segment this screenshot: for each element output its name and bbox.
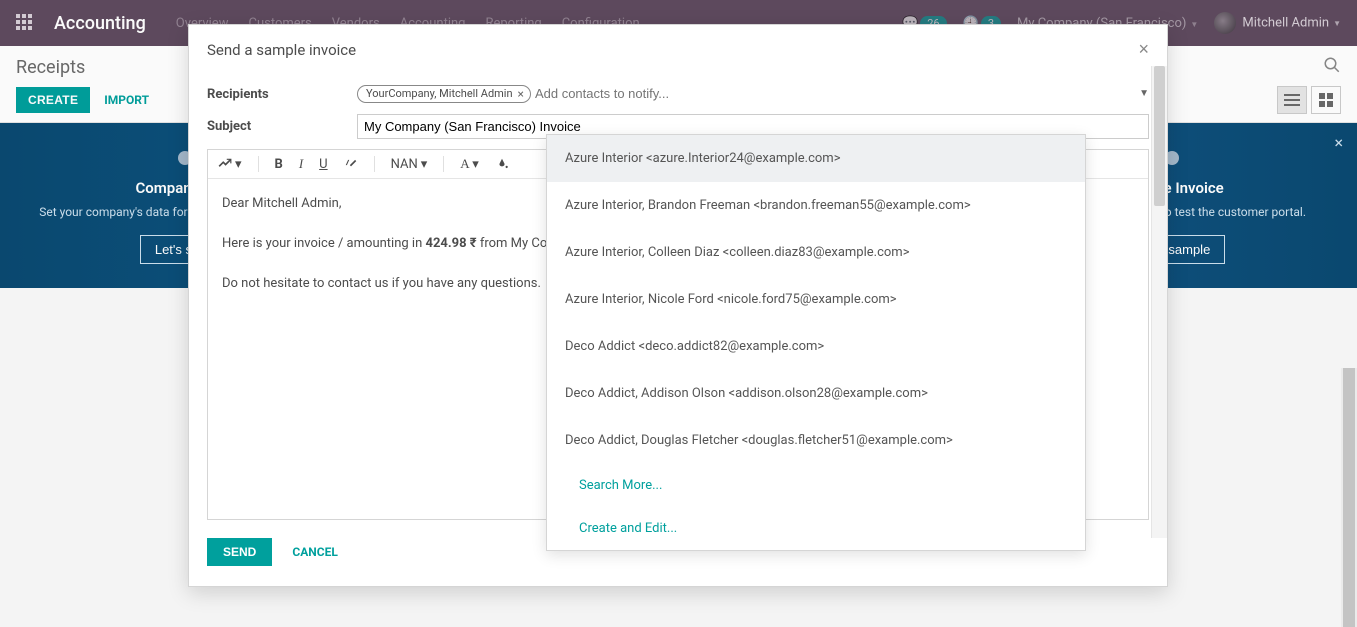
dropdown-item[interactable]: Azure Interior, Brandon Freeman <brandon… (547, 182, 1085, 229)
tb-remove-format-icon[interactable] (344, 157, 358, 171)
recipients-dropdown: Azure Interior <azure.Interior24@example… (546, 134, 1086, 551)
dropdown-item[interactable]: Deco Addict, Douglas Fletcher <douglas.f… (547, 417, 1085, 464)
dropdown-search-more[interactable]: Search More... (547, 464, 1085, 507)
subject-label: Subject (207, 119, 357, 134)
dropdown-item[interactable]: Azure Interior, Nicole Ford <nicole.ford… (547, 276, 1085, 323)
dropdown-item[interactable]: Azure Interior, Colleen Diaz <colleen.di… (547, 229, 1085, 276)
recipients-input[interactable] (531, 84, 1139, 103)
tb-forecolor[interactable]: A ▾ (460, 156, 478, 172)
recipients-dropdown-caret[interactable]: ▼ (1139, 88, 1149, 99)
tag-remove-icon[interactable]: × (518, 87, 524, 101)
modal-title: Send a sample invoice (207, 41, 356, 59)
send-button[interactable]: SEND (207, 538, 272, 566)
tb-bold[interactable]: B (275, 157, 283, 172)
dropdown-item[interactable]: Deco Addict <deco.addict82@example.com> (547, 323, 1085, 370)
dropdown-item[interactable]: Deco Addict, Addison Olson <addison.olso… (547, 370, 1085, 417)
tb-magic-icon[interactable]: ▾ (218, 157, 242, 172)
recipient-tag: YourCompany, Mitchell Admin × (357, 85, 531, 103)
dropdown-item[interactable]: Azure Interior <azure.Interior24@example… (547, 135, 1085, 182)
tb-backcolor-icon[interactable] (495, 157, 509, 171)
tag-label: YourCompany, Mitchell Admin (366, 87, 513, 100)
dropdown-create-edit[interactable]: Create and Edit... (547, 507, 1085, 550)
recipients-label: Recipients (207, 87, 357, 102)
recipients-row: Recipients YourCompany, Mitchell Admin ×… (207, 84, 1149, 104)
tb-underline[interactable]: U (319, 157, 327, 172)
modal-close-button[interactable]: × (1138, 39, 1149, 60)
tb-italic[interactable]: I (299, 156, 303, 172)
cancel-button[interactable]: CANCEL (292, 545, 337, 559)
tb-font-size[interactable]: NAN ▾ (391, 157, 428, 172)
